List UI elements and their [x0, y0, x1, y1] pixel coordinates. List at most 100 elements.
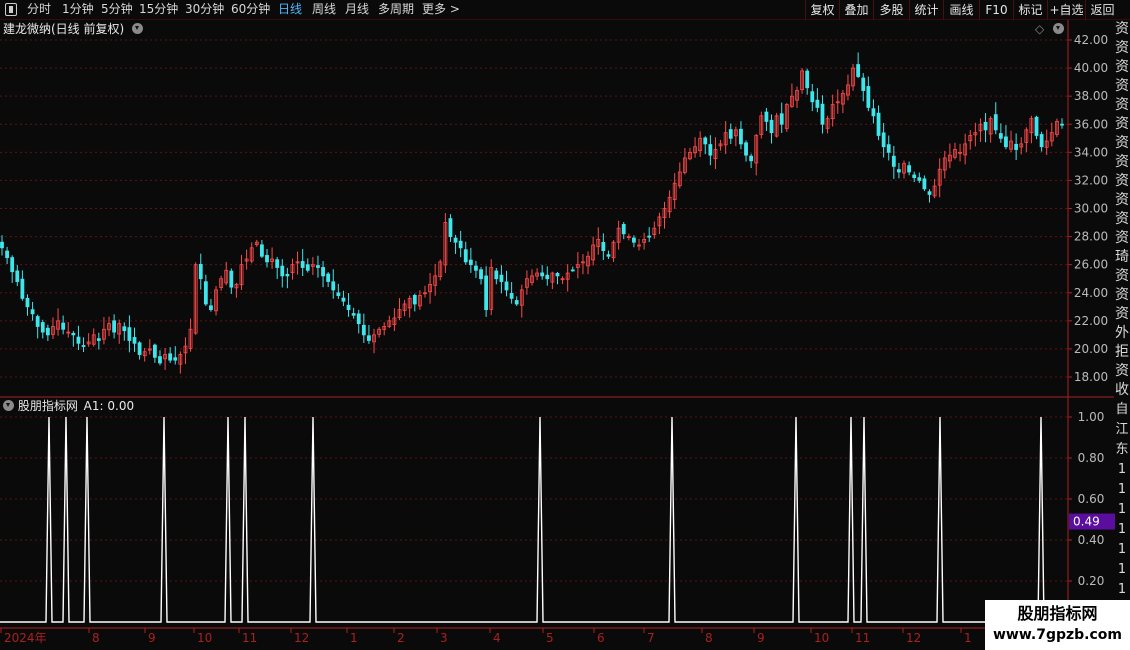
side-strip-char: 资: [1115, 192, 1129, 208]
candle-body: [708, 144, 713, 156]
side-info-strip-lower: 自江东 1 1 1 1 1 1 1: [1114, 400, 1130, 600]
candle-body: [275, 259, 280, 268]
date-tick-label: 12: [294, 631, 309, 645]
candle-body: [71, 332, 76, 336]
title-dropdown-icon[interactable]: [132, 23, 144, 34]
indicator-tick-label: 0.60: [1078, 492, 1105, 506]
watermark-url: www.7gpzb.com: [992, 627, 1122, 643]
candle-body: [300, 261, 305, 268]
candle-body: [886, 144, 891, 153]
side-strip-char: 1: [1117, 562, 1127, 577]
price-tick-label: 36.00: [1074, 117, 1108, 131]
candle-body: [96, 338, 101, 341]
side-strip-char: 东: [1115, 442, 1129, 457]
candle-body: [0, 241, 4, 249]
candle-body: [632, 237, 636, 243]
price-tick-label: 22.00: [1074, 314, 1108, 328]
diamond-icon[interactable]: ◇: [1035, 21, 1044, 37]
side-strip-char: 资: [1115, 21, 1129, 37]
candle-body: [158, 356, 162, 364]
candle-body: [504, 281, 509, 291]
side-strip-char: 收: [1115, 382, 1129, 398]
side-strip-char: 资: [1115, 59, 1129, 75]
date-tick-label: 5: [546, 631, 554, 645]
candle-body: [998, 133, 1003, 139]
candle-body: [891, 155, 896, 167]
candle-body: [5, 250, 9, 259]
candle-body: [265, 254, 269, 263]
candle-body: [601, 241, 606, 252]
indicator-line: [0, 416, 1068, 623]
indicator-name: 股朋指标网: [17, 399, 78, 413]
candle-body: [764, 111, 769, 122]
candle-body: [769, 119, 774, 134]
candle-body: [484, 275, 489, 311]
main-panel-title: 建龙微纳(日线 前复权): [3, 21, 144, 37]
candle-body: [316, 265, 320, 268]
candle-body: [1014, 143, 1019, 150]
candle-body: [81, 345, 86, 347]
candle-body: [35, 316, 40, 327]
candle-body: [463, 249, 468, 263]
price-tick-label: 24.00: [1074, 286, 1108, 300]
side-strip-char: 资: [1115, 154, 1129, 170]
side-strip-char: 1: [1117, 462, 1127, 477]
candle-body: [545, 274, 550, 280]
candle-body: [993, 114, 998, 131]
candle-body: [810, 91, 815, 103]
watermark-box: 股朋指标网 www.7gpzb.com: [985, 600, 1130, 650]
candle-body: [76, 336, 81, 344]
price-tick-label: 20.00: [1074, 342, 1108, 356]
candle-body: [820, 103, 825, 125]
candle-body: [606, 254, 611, 257]
date-tick-label: 7: [647, 631, 655, 645]
candle-body: [728, 129, 733, 139]
candle-body: [10, 257, 15, 273]
candle-body: [285, 274, 290, 277]
side-strip-char: 1: [1117, 482, 1127, 497]
side-strip-char: 资: [1115, 230, 1129, 246]
date-tick-label: 11: [242, 631, 257, 645]
candle-body: [331, 281, 336, 291]
candlestick-series: [0, 52, 1064, 374]
candle-body: [30, 309, 35, 315]
price-tick-label: 42.00: [1074, 33, 1108, 47]
side-strip-char: 1: [1117, 542, 1127, 557]
date-tick-label: 4: [493, 631, 501, 645]
candle-body: [280, 265, 285, 277]
chart-canvas[interactable]: 42.00 40.00 38.00 36.00 34.00 32.00 30.00 28.00…: [0, 0, 1130, 650]
side-strip-char: 1: [1117, 522, 1127, 537]
candle-body: [621, 224, 626, 235]
candle-body: [861, 77, 866, 91]
date-tick-label: 8: [92, 631, 100, 645]
candle-body: [856, 64, 861, 77]
candle-body: [412, 295, 417, 305]
candle-body: [815, 99, 820, 108]
candle-body: [260, 244, 264, 257]
candle-body: [479, 269, 483, 280]
candle-body: [983, 121, 988, 131]
price-tick-label: 28.00: [1074, 230, 1108, 244]
side-strip-char: 资: [1115, 211, 1129, 227]
candle-body: [198, 263, 203, 280]
axes: 42.00 40.00 38.00 36.00 34.00 32.00 30.00 28.00…: [0, 20, 1115, 645]
candle-body: [152, 344, 157, 358]
candle-body: [122, 326, 127, 332]
side-strip-char: 江: [1115, 422, 1129, 437]
panel-menu-icon[interactable]: [1053, 21, 1064, 37]
date-tick-label: 10: [814, 631, 829, 645]
candle-body: [779, 113, 784, 125]
candle-body: [305, 264, 310, 271]
candle-body: [540, 272, 545, 277]
candle-body: [468, 259, 473, 266]
candle-body: [876, 112, 881, 136]
price-tick-label: 26.00: [1074, 258, 1108, 272]
date-tick-label: 8: [705, 631, 713, 645]
watermark-title: 股朋指标网: [1017, 604, 1098, 623]
indicator-dropdown-icon[interactable]: [3, 400, 14, 411]
candle-body: [336, 292, 341, 296]
current-value-label: 0.49: [1073, 515, 1100, 529]
candle-body: [922, 178, 927, 190]
indicator-a1-value: A1: 0.00: [83, 399, 135, 413]
side-strip-char: 资: [1115, 116, 1129, 132]
